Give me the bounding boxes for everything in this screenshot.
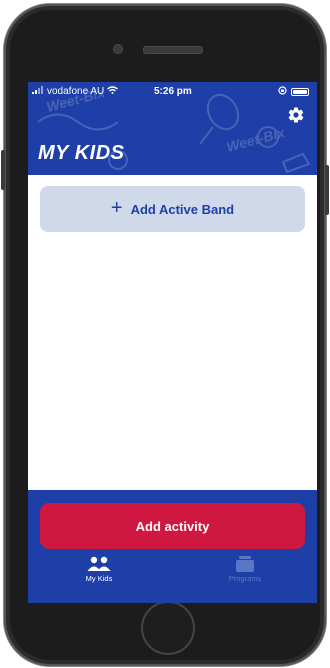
- header-watermark: Weet-Bix: [225, 124, 288, 155]
- signal-icon: [32, 86, 44, 97]
- home-button[interactable]: [141, 601, 195, 655]
- add-activity-label: Add activity: [135, 518, 210, 534]
- front-camera: [113, 44, 123, 54]
- battery-group: [278, 86, 309, 98]
- power-button: [325, 165, 329, 215]
- tab-label: My Kids: [85, 574, 113, 583]
- page-title: MY KIDS: [38, 142, 125, 164]
- orientation-lock-icon: [278, 86, 287, 98]
- wifi-icon: [107, 86, 119, 97]
- carrier-name: vodafone AU: [47, 86, 105, 97]
- earpiece-speaker: [143, 46, 203, 54]
- add-activity-button[interactable]: Add activity: [40, 503, 305, 549]
- status-time: 5:26 pm: [154, 86, 192, 97]
- tab-my-kids[interactable]: My Kids: [54, 556, 144, 583]
- tab-label: Programs: [228, 574, 262, 583]
- gear-icon: [288, 107, 304, 123]
- app-screen: Weet-Bix Weet-Bix vodafone AU 5:26 pm MY…: [28, 82, 317, 603]
- tab-bar: My Kids Programs: [28, 556, 317, 603]
- header: Weet-Bix Weet-Bix vodafone AU 5:26 pm MY…: [28, 82, 317, 175]
- bottom-panel: Add activity My Kids Programs: [28, 490, 317, 603]
- add-band-label: Add Active Band: [130, 201, 235, 217]
- plus-icon: +: [110, 197, 123, 219]
- battery-icon: [291, 88, 309, 96]
- settings-button[interactable]: [285, 104, 307, 126]
- tab-programs[interactable]: Programs: [200, 556, 290, 583]
- programs-icon: [236, 556, 254, 572]
- volume-button: [1, 150, 5, 190]
- add-active-band-button[interactable]: + Add Active Band: [40, 186, 305, 232]
- carrier-group: vodafone AU: [32, 86, 119, 97]
- status-bar: vodafone AU 5:26 pm: [28, 82, 317, 100]
- people-icon: [87, 556, 111, 571]
